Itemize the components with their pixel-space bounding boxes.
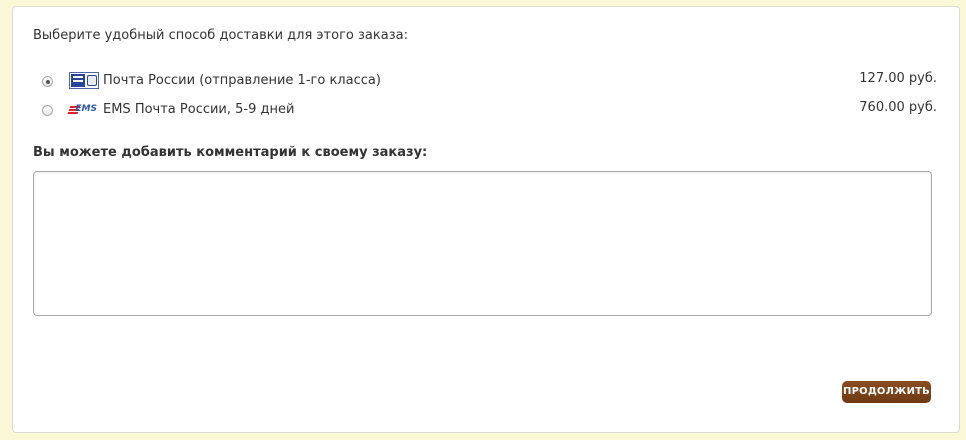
shipping-method-name: EMS Почта России, 5-9 дней (103, 102, 295, 117)
russian-post-logo-icon (69, 72, 99, 89)
comment-textarea[interactable] (33, 171, 932, 316)
shipping-option-ems[interactable]: EMS EMS Почта России, 5-9 дней 760.00 ру… (41, 100, 937, 125)
shipping-radio-ems[interactable] (42, 105, 53, 116)
ems-logo-icon: EMS (69, 101, 99, 118)
ems-logo-text: EMS (75, 104, 97, 114)
comment-label: Вы можете добавить комментарий к своему … (33, 145, 428, 160)
checkout-shipping-panel: Выберите удобный способ доставки для это… (12, 6, 960, 433)
shipping-method-name: Почта России (отправление 1-го класса) (103, 73, 381, 88)
shipping-method-price: 760.00 руб. (859, 100, 937, 115)
shipping-radio-russian-post[interactable] (42, 76, 53, 87)
shipping-option-russian-post[interactable]: Почта России (отправление 1-го класса) 1… (41, 71, 937, 96)
continue-button[interactable]: ПРОДОЛЖИТЬ (842, 381, 931, 403)
shipping-intro-text: Выберите удобный способ доставки для это… (33, 28, 408, 43)
shipping-method-price: 127.00 руб. (859, 71, 937, 86)
